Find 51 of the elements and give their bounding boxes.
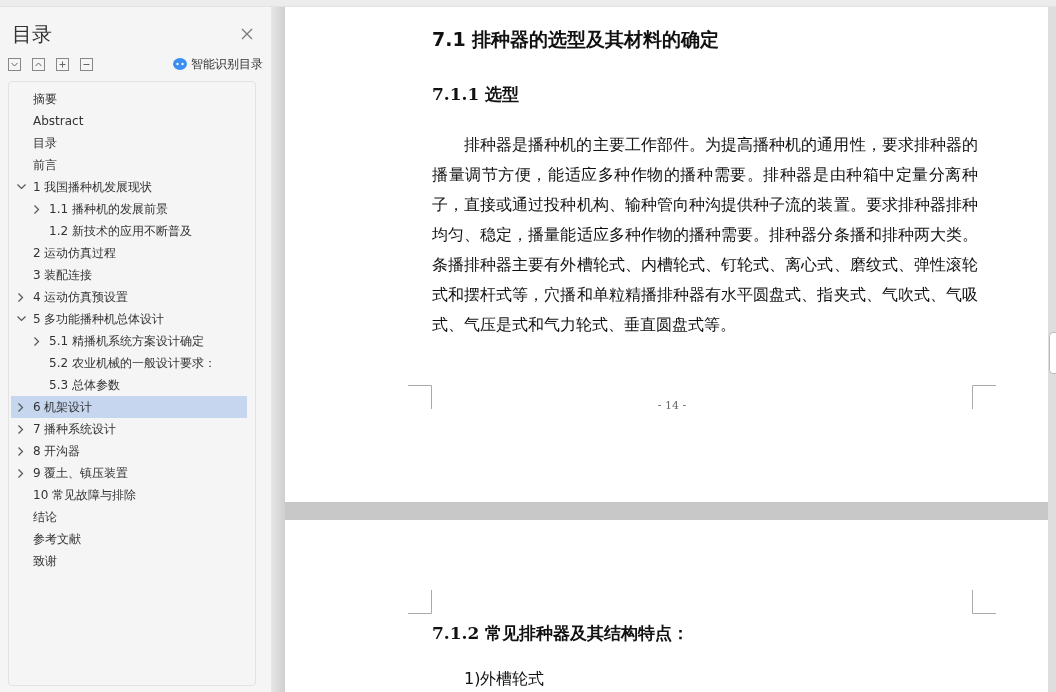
- toc-item[interactable]: 1.1 播种机的发展前景: [11, 198, 247, 220]
- toc-item[interactable]: Abstract: [11, 110, 247, 132]
- toc-item[interactable]: 目录: [11, 132, 247, 154]
- toc-item[interactable]: 8 开沟器: [11, 440, 247, 462]
- smart-toc-button[interactable]: 智能识别目录: [173, 55, 263, 73]
- plus-icon[interactable]: [56, 57, 69, 71]
- subsection-heading: 7.1.1 选型: [432, 83, 521, 106]
- toc-item[interactable]: 3 装配连接: [11, 264, 247, 286]
- chevron-right-icon[interactable]: [18, 424, 24, 434]
- chevron-right-icon[interactable]: [34, 336, 40, 346]
- toc-item[interactable]: 2 运动仿真过程: [11, 242, 247, 264]
- chevron-right-icon[interactable]: [18, 446, 24, 456]
- panel-title: 目录: [12, 20, 52, 48]
- chevron-right-icon[interactable]: [18, 468, 24, 478]
- toc-item[interactable]: 5.1 精播机系统方案设计确定: [11, 330, 247, 352]
- margin-corner-mark: [408, 385, 432, 409]
- body-paragraph: 排种器是播种机的主要工作部件。为提高播种机的通用性，要求排种器的播量调节方便，能适应多种作物的播种需要。排种器是由种箱中定量分离种子，直接或通过投种机构、输种管向种沟提供种子流的装置。要求排种器排种均匀、稳定，播量能适应多种作物的播种需要。排种器分条播和排种两大类。条播排种器主要有外槽轮式、内槽轮式、钉轮式、离心式、磨纹式、弹性滚轮式和摆杆式等，穴播和单粒精播排种器有水平圆盘式、指夹式、气吹式、气吸式、气压是式和气力轮式、垂直圆盘式等。: [432, 134, 978, 336]
- chevron-right-icon[interactable]: [18, 292, 24, 302]
- robot-icon: [173, 58, 187, 70]
- section-heading: 7.1 排种器的选型及其材料的确定: [432, 27, 721, 52]
- collapse-all-icon[interactable]: [32, 57, 45, 71]
- minus-icon[interactable]: [80, 57, 93, 71]
- toc-item[interactable]: 5.2 农业机械的一般设计要求：: [11, 352, 247, 374]
- subsection-heading: 7.1.2 常见排种器及其结构特点：: [432, 622, 691, 645]
- toc-item[interactable]: 5 多功能播种机总体设计: [11, 308, 247, 330]
- margin-corner-mark: [972, 590, 996, 614]
- scrollbar[interactable]: [1048, 7, 1056, 692]
- margin-corner-mark: [408, 590, 432, 614]
- body-paragraph: 1)外槽轮式: [463, 669, 546, 689]
- expand-all-icon[interactable]: [8, 57, 21, 71]
- chevron-down-icon[interactable]: [16, 316, 26, 322]
- toc-item[interactable]: 6 机架设计: [11, 396, 247, 418]
- scrollbar-thumb[interactable]: [1049, 332, 1056, 374]
- margin-corner-mark: [972, 385, 996, 409]
- toc-item[interactable]: 1 我国播种机发展现状: [11, 176, 247, 198]
- toc-item[interactable]: 7 播种系统设计: [11, 418, 247, 440]
- toc-item[interactable]: 5.3 总体参数: [11, 374, 247, 396]
- toc-item[interactable]: 致谢: [11, 550, 247, 572]
- toc-item[interactable]: 10 常见故障与排除: [11, 484, 247, 506]
- chevron-right-icon[interactable]: [18, 402, 24, 412]
- toc-item[interactable]: 前言: [11, 154, 247, 176]
- toc-item[interactable]: 参考文献: [11, 528, 247, 550]
- toc-item[interactable]: 摘要: [11, 88, 247, 110]
- close-icon[interactable]: [241, 28, 253, 40]
- page-number: - 14 -: [656, 399, 688, 412]
- toc-item[interactable]: 结论: [11, 506, 247, 528]
- chevron-right-icon[interactable]: [34, 204, 40, 214]
- chevron-down-icon[interactable]: [16, 184, 26, 190]
- toc-item[interactable]: 1.2 新技术的应用不断普及: [11, 220, 247, 242]
- toc-item[interactable]: 9 覆土、镇压装置: [11, 462, 247, 484]
- toc-item[interactable]: 4 运动仿真预设置: [11, 286, 247, 308]
